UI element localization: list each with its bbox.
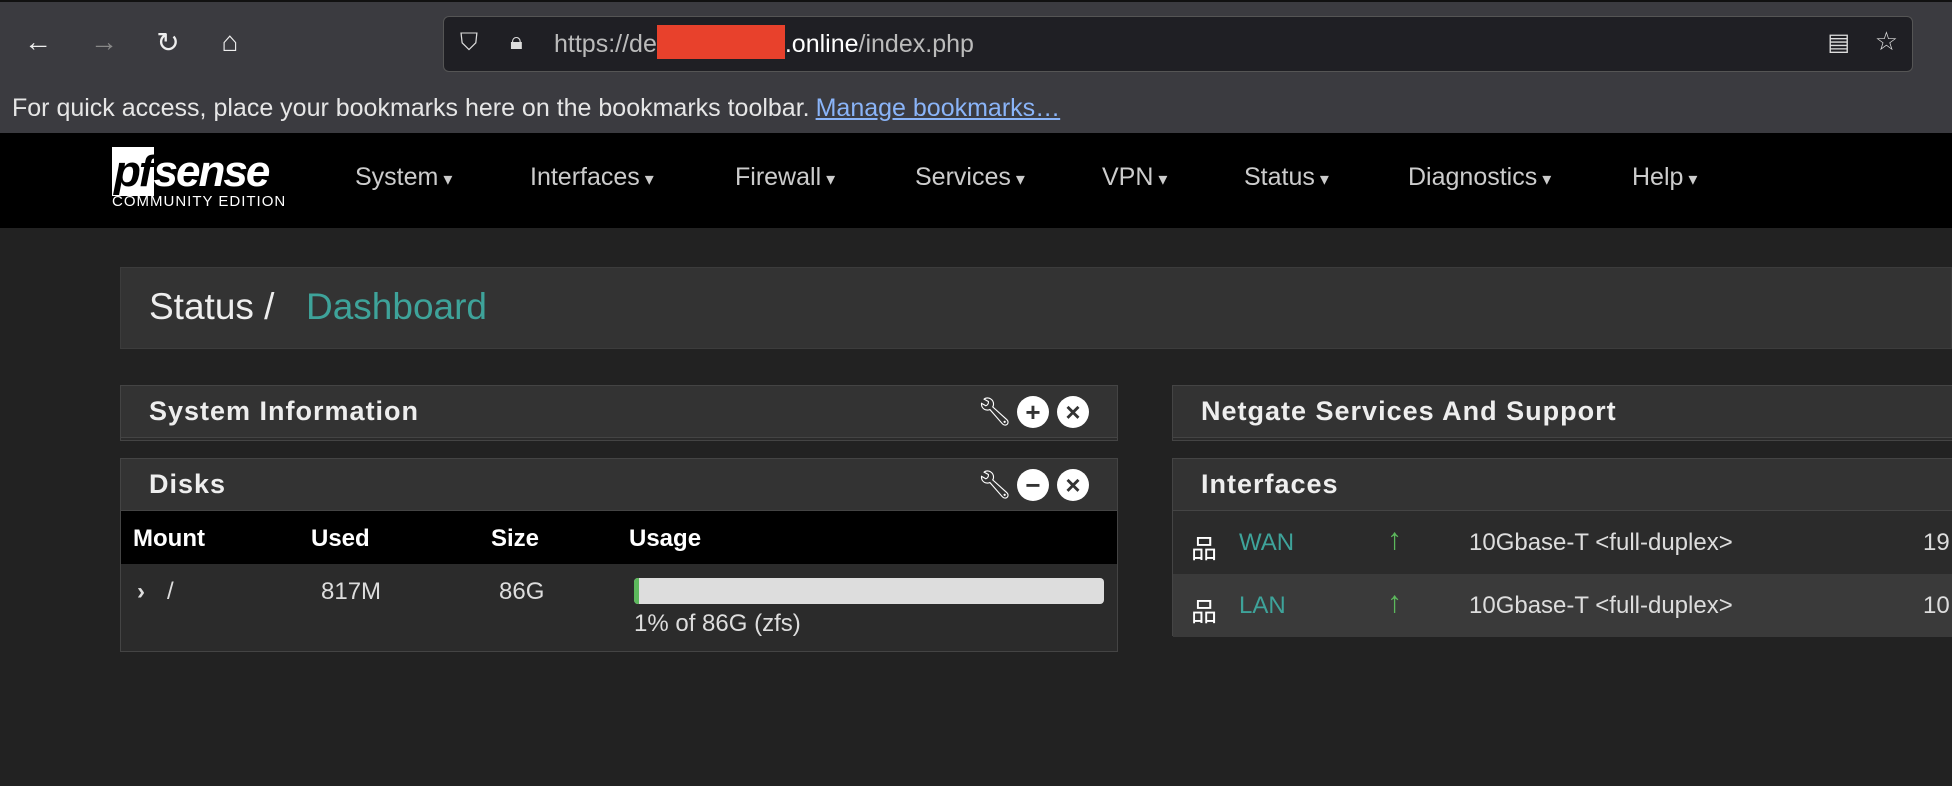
url-bar[interactable]: ⛉ 🔒︎ https://de .online/index.php ▤ ☆	[443, 16, 1913, 72]
interface-row-lan: 品 LAN ↑ 10Gbase-T <full-duplex> 10	[1173, 574, 1952, 637]
panel-header: Interfaces	[1173, 459, 1952, 511]
used-value: 817M	[321, 578, 382, 605]
home-icon[interactable]: ⌂	[212, 26, 248, 58]
panel-title: Disks	[149, 469, 227, 499]
breadcrumb-current[interactable]: Dashboard	[306, 286, 487, 328]
panel-title: Netgate Services And Support	[1201, 396, 1617, 426]
interface-address: 19	[1923, 529, 1950, 556]
interface-row-wan: 品 WAN ↑ 10Gbase-T <full-duplex> 19	[1173, 511, 1952, 574]
back-icon[interactable]: ←	[20, 26, 56, 58]
network-icon: 品	[1191, 534, 1218, 564]
browser-chrome: ← → ↻ ⌂ ⛉ 🔒︎ https://de .online/index.php…	[0, 0, 1952, 133]
menu-help[interactable]: Help	[1632, 163, 1697, 192]
close-circle-icon[interactable]: ×	[1057, 396, 1089, 428]
usage-progress-bar	[634, 578, 1104, 604]
chevron-right-icon[interactable]: ›	[137, 578, 145, 606]
interface-link[interactable]: LAN	[1239, 592, 1286, 620]
redaction	[656, 25, 785, 60]
wrench-icon[interactable]: 🔧︎	[977, 469, 1013, 501]
panel-title: System Information	[149, 396, 420, 426]
logo-edition: COMMUNITY EDITION	[112, 193, 287, 210]
url-text[interactable]: https://de .online/index.php	[554, 25, 974, 60]
manage-bookmarks-link[interactable]: Manage bookmarks…	[816, 94, 1061, 122]
url-prefix: https://de	[554, 30, 657, 58]
usage-text: 1% of 86G (zfs)	[634, 610, 801, 637]
menu-diagnostics[interactable]: Diagnostics	[1408, 163, 1551, 192]
arrow-up-icon: ↑	[1387, 523, 1402, 556]
url-path: /index.php	[858, 30, 974, 58]
panel-header: Netgate Services And Support	[1173, 386, 1952, 438]
interface-media: 10Gbase-T <full-duplex>	[1469, 529, 1733, 556]
shield-icon: ⛉	[460, 29, 478, 56]
breadcrumb: Status / Dashboard	[120, 267, 1952, 349]
panel-title: Interfaces	[1201, 469, 1339, 499]
col-size: Size	[491, 525, 540, 552]
menu-system[interactable]: System	[355, 163, 452, 192]
netgate-services-panel: Netgate Services And Support	[1172, 385, 1952, 441]
table-header: Mount Used Size Usage	[121, 511, 1117, 564]
breadcrumb-parent[interactable]: Status /	[149, 286, 274, 328]
reader-view-icon[interactable]: ▤	[1827, 28, 1850, 57]
top-navbar: pfsense COMMUNITY EDITION System Interfa…	[0, 133, 1952, 228]
wrench-icon[interactable]: 🔧︎	[977, 396, 1013, 428]
menu-interfaces[interactable]: Interfaces	[530, 163, 654, 192]
system-information-panel: System Information 🔧︎ + ×	[120, 385, 1118, 441]
bookmarks-hint: For quick access, place your bookmarks h…	[12, 94, 810, 122]
forward-icon[interactable]: →	[86, 26, 122, 58]
url-domain: .online	[784, 30, 859, 58]
pfsense-logo[interactable]: pfsense COMMUNITY EDITION	[112, 147, 286, 210]
mount-value: /	[167, 578, 174, 605]
interface-link[interactable]: WAN	[1239, 529, 1294, 557]
arrow-up-icon: ↑	[1387, 586, 1402, 619]
menu-status[interactable]: Status	[1244, 163, 1329, 192]
usage-fill	[634, 578, 639, 604]
col-used: Used	[311, 525, 370, 552]
menu-firewall[interactable]: Firewall	[735, 163, 835, 192]
disks-panel: Disks 🔧︎ − × Mount Used Size Usage › / 817…	[120, 458, 1118, 652]
size-value: 86G	[499, 578, 545, 605]
interfaces-panel: Interfaces 品 WAN ↑ 10Gbase-T <full-duple…	[1172, 458, 1952, 637]
network-icon: 品	[1191, 597, 1218, 627]
table-row: › / 817M 86G 1% of 86G (zfs)	[121, 564, 1117, 652]
star-icon[interactable]: ☆	[1875, 26, 1898, 57]
panel-header: Disks 🔧︎ − ×	[121, 459, 1117, 511]
interface-media: 10Gbase-T <full-duplex>	[1469, 592, 1733, 619]
menu-services[interactable]: Services	[915, 163, 1025, 192]
plus-circle-icon[interactable]: +	[1017, 396, 1049, 428]
interface-address: 10	[1923, 592, 1950, 619]
menu-vpn[interactable]: VPN	[1102, 163, 1167, 192]
col-mount: Mount	[133, 525, 205, 552]
col-usage: Usage	[629, 525, 702, 552]
bookmarks-bar: For quick access, place your bookmarks h…	[12, 94, 1060, 123]
close-circle-icon[interactable]: ×	[1057, 469, 1089, 501]
reload-icon[interactable]: ↻	[150, 26, 186, 59]
panel-header: System Information 🔧︎ + ×	[121, 386, 1117, 438]
minus-circle-icon[interactable]: −	[1017, 469, 1049, 501]
lock-icon: 🔒︎	[510, 28, 523, 55]
